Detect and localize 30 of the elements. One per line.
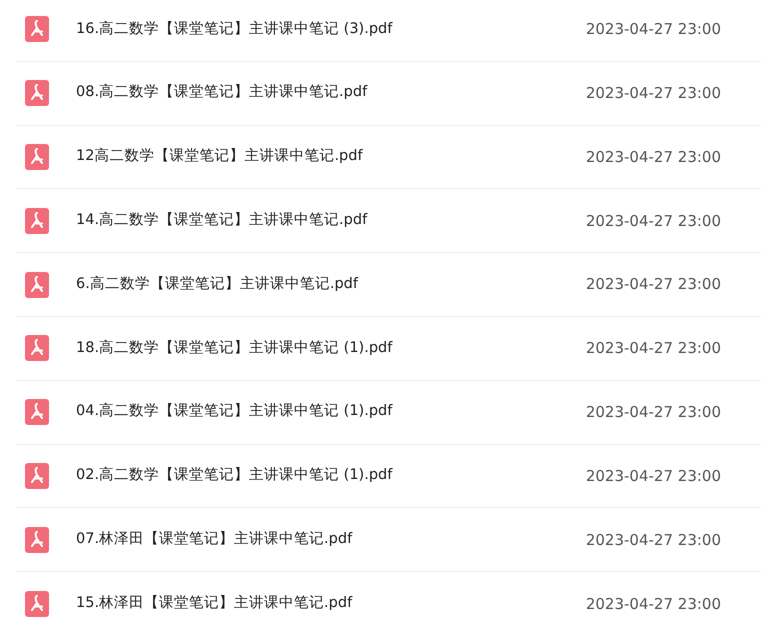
file-date: 2023-04-27 23:00 <box>586 466 721 487</box>
file-date: 2023-04-27 23:00 <box>586 82 721 104</box>
file-name[interactable]: 16.高二数学【课堂笔记】主讲课中笔记 (3).pdf <box>76 18 392 40</box>
pdf-file-icon <box>25 208 49 234</box>
file-name[interactable]: 12高二数学【课堂笔记】主讲课中笔记.pdf <box>76 146 363 168</box>
pdf-file-icon <box>25 526 49 553</box>
file-date: 2023-04-27 23:00 <box>586 274 721 296</box>
pdf-file-icon <box>25 80 49 106</box>
pdf-file-icon <box>25 335 49 362</box>
pdf-file-icon <box>25 16 49 42</box>
file-name[interactable]: 07.林泽田【课堂笔记】主讲课中笔记.pdf <box>76 528 352 551</box>
file-name[interactable]: 08.高二数学【课堂笔记】主讲课中笔记.pdf <box>76 82 368 104</box>
file-date: 2023-04-27 23:00 <box>586 19 721 40</box>
pdf-file-icon <box>25 591 49 618</box>
pdf-file-icon <box>25 462 49 489</box>
file-name[interactable]: 6.高二数学【课堂笔记】主讲课中笔记.pdf <box>76 274 358 296</box>
file-name[interactable]: 14.高二数学【课堂笔记】主讲课中笔记.pdf <box>76 210 368 232</box>
pdf-file-icon <box>25 144 49 170</box>
file-date: 2023-04-27 23:00 <box>586 530 721 551</box>
file-date: 2023-04-27 23:00 <box>586 210 721 232</box>
file-name[interactable]: 04.高二数学【课堂笔记】主讲课中笔记 (1).pdf <box>76 401 392 424</box>
file-name[interactable]: 15.林泽田【课堂笔记】主讲课中笔记.pdf <box>76 593 352 615</box>
pdf-file-icon <box>25 272 49 298</box>
file-date: 2023-04-27 23:00 <box>586 594 721 615</box>
file-name[interactable]: 02.高二数学【课堂笔记】主讲课中笔记 (1).pdf <box>76 465 392 487</box>
file-date: 2023-04-27 23:00 <box>586 338 721 360</box>
file-date: 2023-04-27 23:00 <box>586 402 721 423</box>
pdf-file-icon <box>25 399 49 426</box>
file-date: 2023-04-27 23:00 <box>586 146 721 168</box>
file-name[interactable]: 18.高二数学【课堂笔记】主讲课中笔记 (1).pdf <box>76 338 392 360</box>
